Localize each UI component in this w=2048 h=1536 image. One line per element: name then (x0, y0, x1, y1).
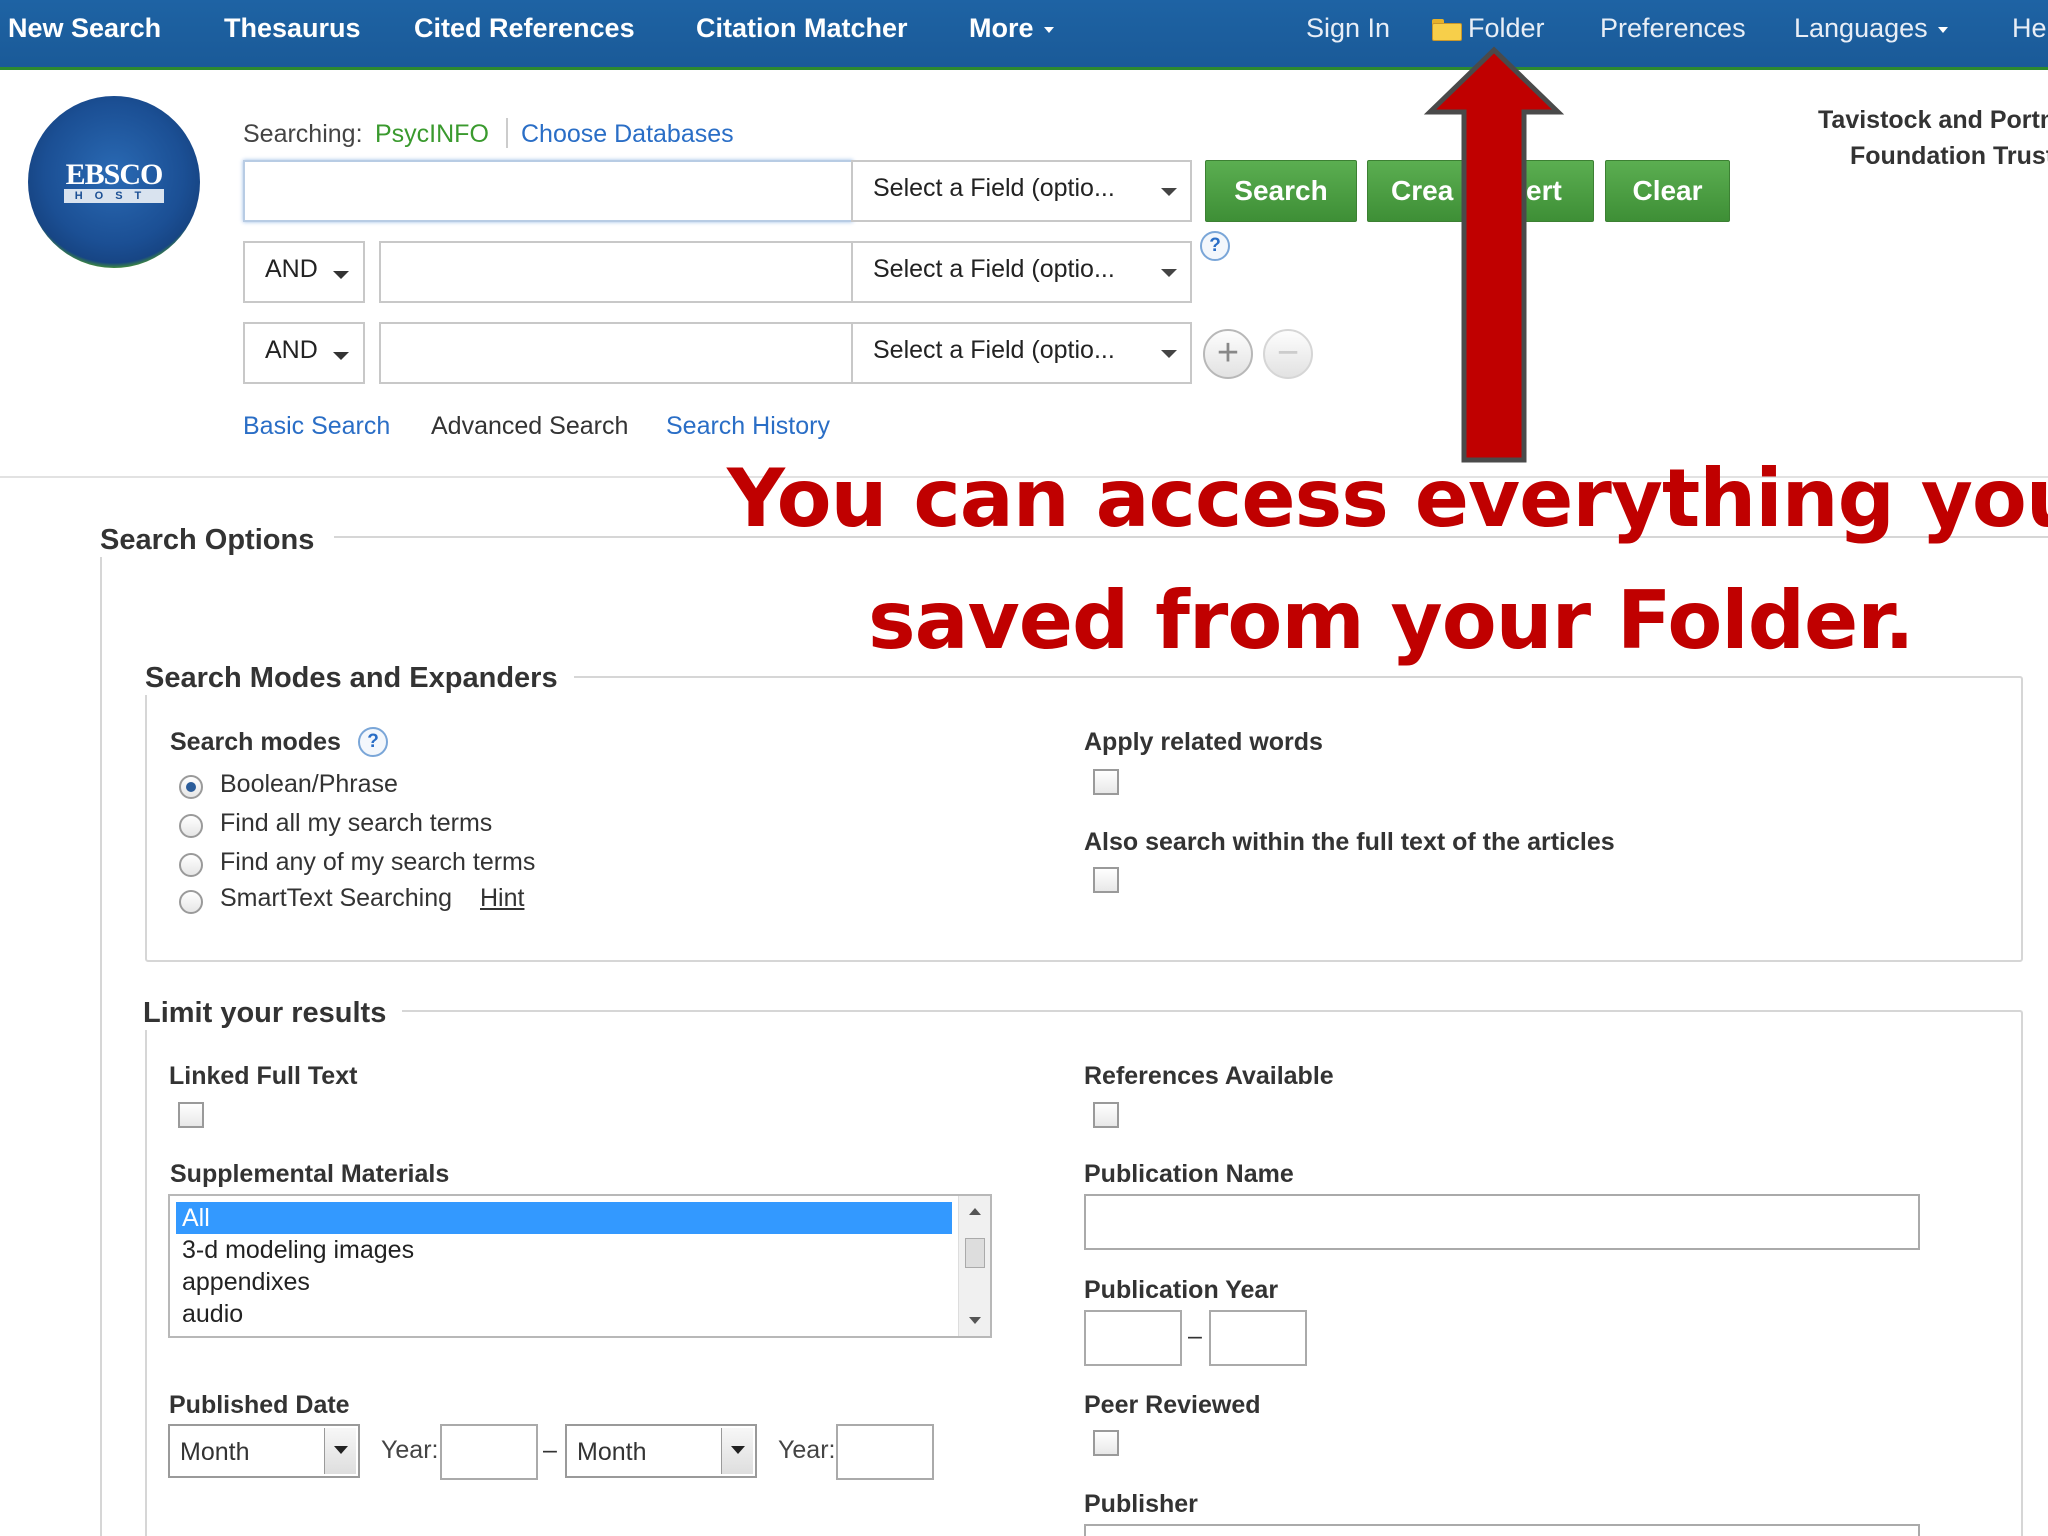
annotation-text-line2: saved from your Folder. (868, 574, 1915, 667)
annotation-arrow-icon (1423, 46, 1565, 463)
annotation-text-line1: You can access everything you (727, 452, 2048, 545)
